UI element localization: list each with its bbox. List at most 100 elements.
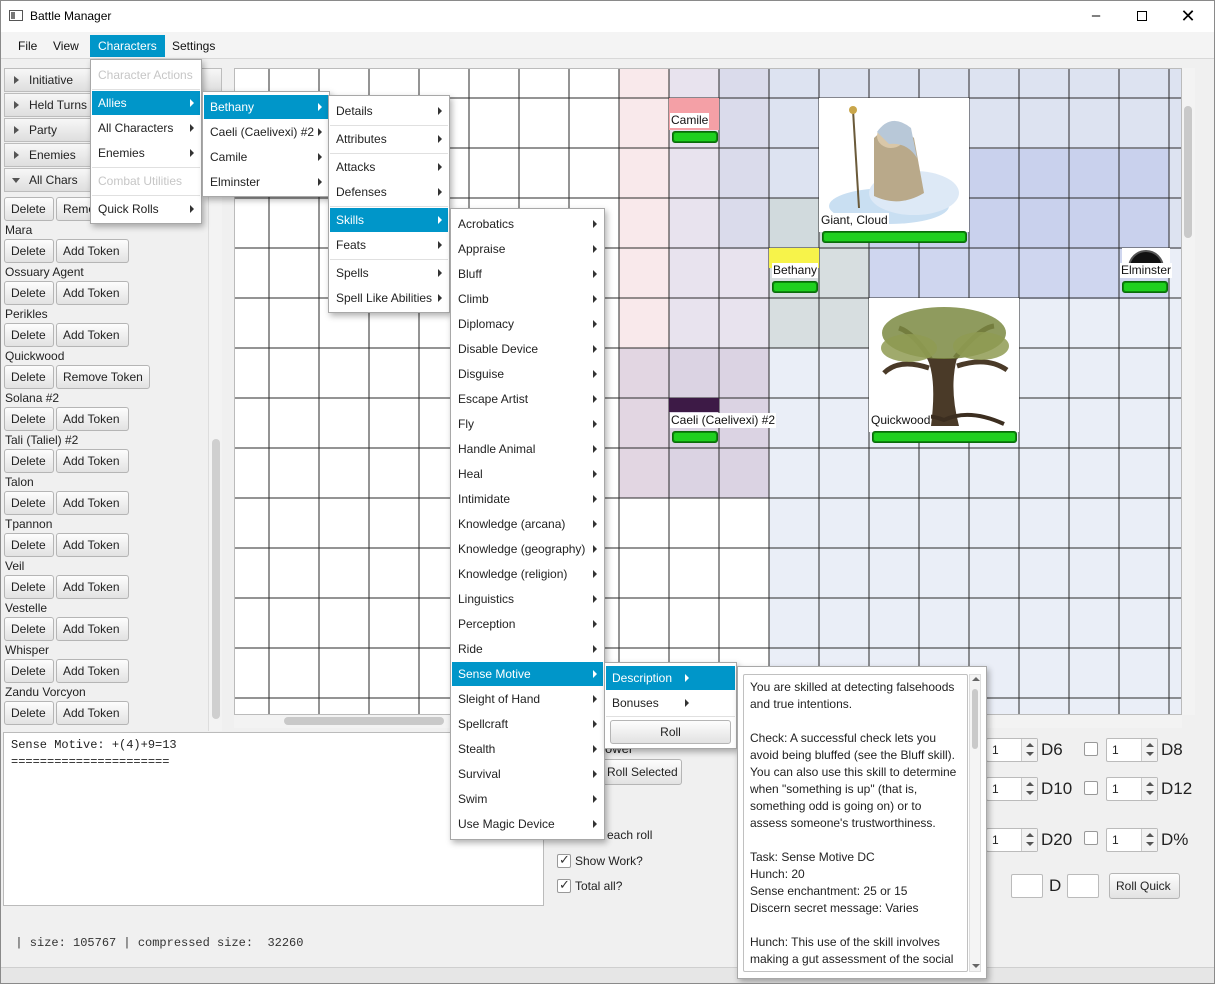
menu-item-details[interactable]: Details (330, 99, 448, 123)
delete-button[interactable]: Delete (4, 617, 54, 641)
d12-spinner-arrows[interactable] (1141, 778, 1157, 800)
menu-item-spellcraft[interactable]: Spellcraft (452, 712, 603, 736)
description-text[interactable]: You are skilled at detecting falsehoods … (743, 674, 968, 972)
menu-item-fly[interactable]: Fly (452, 412, 603, 436)
menu-item-knowledge-religion[interactable]: Knowledge (religion) (452, 562, 603, 586)
menu-view[interactable]: View (45, 35, 87, 57)
sidebar-scroll-thumb[interactable] (212, 439, 220, 719)
dpercent-count-spinner[interactable]: 1 (1106, 828, 1158, 852)
menu-item-quick-rolls[interactable]: Quick Rolls (92, 197, 200, 221)
menu-item-camile[interactable]: Camile (204, 145, 328, 169)
menu-item-attacks[interactable]: Attacks (330, 155, 448, 179)
show-work-checkbox[interactable] (557, 852, 571, 868)
delete-button[interactable]: Delete (4, 491, 54, 515)
minimize-button[interactable]: – (1073, 1, 1119, 32)
delete-button[interactable]: Delete (4, 197, 54, 221)
menu-item-knowledge-arcana[interactable]: Knowledge (arcana) (452, 512, 603, 536)
remove-token-button[interactable]: Remove Token (56, 365, 150, 389)
close-button[interactable]: ✕ (1165, 1, 1211, 32)
scroll-down-icon[interactable] (972, 964, 980, 968)
d12-checkbox[interactable] (1084, 781, 1098, 795)
menu-item-spell-like-abilities[interactable]: Spell Like Abilities (330, 286, 448, 310)
delete-button[interactable]: Delete (4, 659, 54, 683)
add-token-button[interactable]: Add Token (56, 491, 129, 515)
token-caeli[interactable] (669, 398, 719, 412)
delete-button[interactable]: Delete (4, 365, 54, 389)
scroll-up-icon[interactable] (972, 677, 980, 681)
menu-item-perception[interactable]: Perception (452, 612, 603, 636)
total-all-checkbox[interactable] (557, 877, 571, 893)
menu-item-linguistics[interactable]: Linguistics (452, 587, 603, 611)
d20-count-spinner[interactable]: 1 (986, 828, 1038, 852)
menu-item-appraise[interactable]: Appraise (452, 237, 603, 261)
add-token-button[interactable]: Add Token (56, 239, 129, 263)
add-token-button[interactable]: Add Token (56, 701, 129, 725)
d10-count-spinner[interactable]: 1 (986, 777, 1038, 801)
menu-item-bonuses[interactable]: Bonuses (606, 691, 735, 715)
roll-selected-button[interactable]: Roll Selected (600, 759, 682, 785)
sidebar-scrollbar[interactable] (208, 129, 222, 731)
roll-quick-button[interactable]: Roll Quick (1109, 873, 1180, 899)
d6-count-spinner[interactable]: 1 (986, 738, 1038, 762)
delete-button[interactable]: Delete (4, 281, 54, 305)
menu-item-elminster[interactable]: Elminster (204, 170, 328, 194)
token-giant-cloud[interactable] (819, 98, 969, 232)
delete-button[interactable]: Delete (4, 449, 54, 473)
token-quickwood[interactable] (869, 298, 1019, 432)
description-scrollbar[interactable] (969, 674, 981, 972)
menu-item-feats[interactable]: Feats (330, 233, 448, 257)
maximize-button[interactable] (1119, 1, 1165, 32)
add-token-button[interactable]: Add Token (56, 617, 129, 641)
menu-item-defenses[interactable]: Defenses (330, 180, 448, 204)
add-token-button[interactable]: Add Token (56, 533, 129, 557)
menu-item-knowledge-geography[interactable]: Knowledge (geography) (452, 537, 603, 561)
menu-item-acrobatics[interactable]: Acrobatics (452, 212, 603, 236)
menu-item-heal[interactable]: Heal (452, 462, 603, 486)
dpercent-checkbox[interactable] (1084, 831, 1098, 845)
map-vscroll-thumb[interactable] (1184, 106, 1192, 238)
add-token-button[interactable]: Add Token (56, 449, 129, 473)
menu-item-use-magic-device[interactable]: Use Magic Device (452, 812, 603, 836)
d10-spinner-arrows[interactable] (1021, 778, 1037, 800)
add-token-button[interactable]: Add Token (56, 323, 129, 347)
menu-item-description[interactable]: Description (606, 666, 735, 690)
menu-item-ride[interactable]: Ride (452, 637, 603, 661)
add-token-button[interactable]: Add Token (56, 407, 129, 431)
delete-button[interactable]: Delete (4, 575, 54, 599)
menu-characters[interactable]: Characters (90, 35, 165, 57)
menu-item-stealth[interactable]: Stealth (452, 737, 603, 761)
menu-item-sense-motive[interactable]: Sense Motive (452, 662, 603, 686)
menu-item-bluff[interactable]: Bluff (452, 262, 603, 286)
menu-item-swim[interactable]: Swim (452, 787, 603, 811)
menu-item-attributes[interactable]: Attributes (330, 127, 448, 151)
menu-item-all-characters[interactable]: All Characters (92, 116, 200, 140)
menu-item-disable-device[interactable]: Disable Device (452, 337, 603, 361)
menu-item-bethany[interactable]: Bethany (204, 95, 328, 119)
menu-file[interactable]: File (10, 35, 45, 57)
menu-item-enemies[interactable]: Enemies (92, 141, 200, 165)
menu-settings[interactable]: Settings (164, 35, 223, 57)
menu-item-sleight-of-hand[interactable]: Sleight of Hand (452, 687, 603, 711)
d12-count-spinner[interactable]: 1 (1106, 777, 1158, 801)
menu-item-intimidate[interactable]: Intimidate (452, 487, 603, 511)
add-token-button[interactable]: Add Token (56, 659, 129, 683)
roll-button[interactable]: Roll (610, 720, 731, 744)
menu-item-diplomacy[interactable]: Diplomacy (452, 312, 603, 336)
d8-checkbox[interactable] (1084, 742, 1098, 756)
d20-spinner-arrows[interactable] (1021, 829, 1037, 851)
menu-item-disguise[interactable]: Disguise (452, 362, 603, 386)
delete-button[interactable]: Delete (4, 323, 54, 347)
menu-item-skills[interactable]: Skills (330, 208, 448, 232)
d8-count-spinner[interactable]: 1 (1106, 738, 1158, 762)
menu-item-escape-artist[interactable]: Escape Artist (452, 387, 603, 411)
d8-spinner-arrows[interactable] (1141, 739, 1157, 761)
delete-button[interactable]: Delete (4, 701, 54, 725)
menu-item-allies[interactable]: Allies (92, 91, 200, 115)
menu-item-spells[interactable]: Spells (330, 261, 448, 285)
quick-dice-count-input[interactable] (1011, 874, 1043, 898)
menu-item-climb[interactable]: Climb (452, 287, 603, 311)
quick-dice-sides-input[interactable] (1067, 874, 1099, 898)
menu-item-survival[interactable]: Survival (452, 762, 603, 786)
delete-button[interactable]: Delete (4, 239, 54, 263)
map-vertical-scrollbar[interactable] (1182, 68, 1195, 715)
